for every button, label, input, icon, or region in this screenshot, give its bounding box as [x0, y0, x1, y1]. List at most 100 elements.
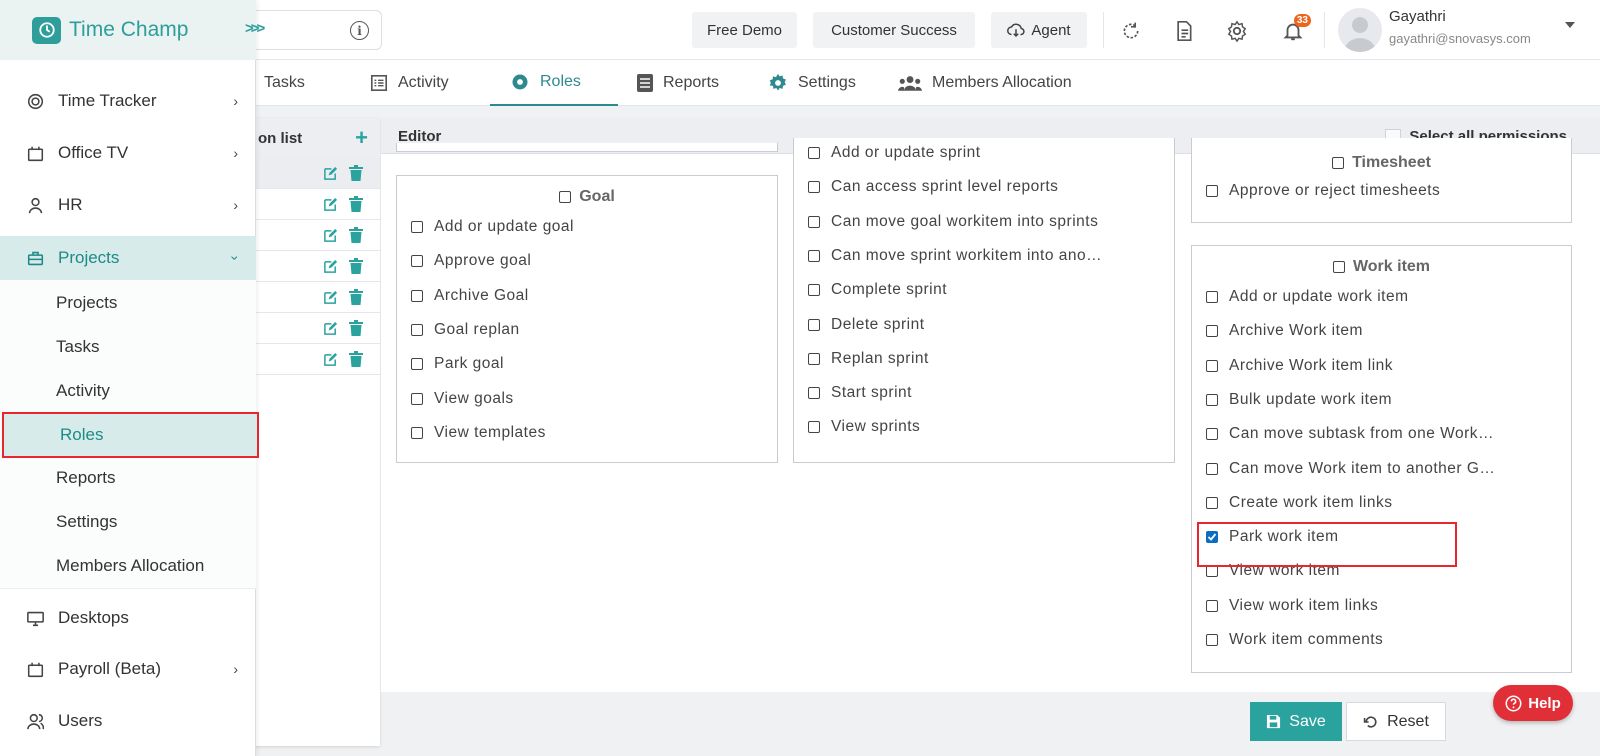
checkbox[interactable]	[411, 426, 423, 439]
permission-add-or-update-work-item[interactable]: Add or update work item	[1206, 288, 1409, 306]
sidebar-item-users[interactable]: Users	[0, 699, 256, 743]
edit-icon[interactable]	[322, 351, 338, 367]
permission-view-goals[interactable]: View goals	[411, 390, 514, 408]
help-button[interactable]: Help	[1493, 685, 1573, 721]
sidebar-item-office-tv[interactable]: Office TV ›	[0, 131, 256, 175]
refresh-icon[interactable]	[1116, 16, 1146, 46]
checkbox[interactable]	[808, 147, 820, 159]
work-item-group-title[interactable]: Work item	[1192, 258, 1571, 276]
trash-icon[interactable]	[348, 258, 364, 274]
permission-work-item-comments[interactable]: Work item comments	[1206, 631, 1383, 649]
permission-archive-work-item[interactable]: Archive Work item	[1206, 322, 1363, 340]
checkbox[interactable]	[808, 181, 820, 194]
tab-members-allocation[interactable]: Members Allocation	[898, 60, 1072, 106]
list-item[interactable]	[250, 189, 380, 220]
trash-icon[interactable]	[348, 289, 364, 305]
checkbox[interactable]	[1206, 599, 1218, 612]
checkbox[interactable]	[1206, 325, 1218, 338]
tab-roles[interactable]: Roles	[490, 60, 618, 106]
permission-park-goal[interactable]: Park goal	[411, 355, 504, 373]
checkbox[interactable]	[808, 352, 820, 365]
permission-archive-goal[interactable]: Archive Goal	[411, 287, 529, 305]
permission-add-or-update-sprint[interactable]: Add or update sprint	[808, 144, 981, 162]
chevron-down-icon[interactable]	[1565, 22, 1575, 28]
brand[interactable]: Time Champ	[0, 0, 256, 60]
checkbox[interactable]	[808, 387, 820, 400]
permission-can-move-subtask-from-one-work[interactable]: Can move subtask from one Work…	[1206, 425, 1494, 443]
save-button[interactable]: Save	[1250, 702, 1342, 741]
list-item[interactable]	[250, 282, 380, 313]
checkbox[interactable]	[808, 421, 820, 434]
edit-icon[interactable]	[322, 289, 338, 305]
reset-button[interactable]: Reset	[1346, 702, 1446, 741]
sidebar-item-payroll[interactable]: Payroll (Beta) ›	[0, 647, 256, 691]
permission-can-move-sprint-workitem-into-ano[interactable]: Can move sprint workitem into ano…	[808, 247, 1102, 265]
info-icon[interactable]: i	[350, 21, 369, 40]
edit-icon[interactable]	[322, 258, 338, 274]
sidebar-item-projects[interactable]: Projects ›	[0, 236, 256, 280]
checkbox[interactable]	[411, 289, 423, 302]
sidebar-subitem-projects[interactable]: Projects	[0, 283, 256, 323]
checkbox[interactable]	[1206, 462, 1218, 475]
agent-button[interactable]: Agent	[991, 12, 1087, 48]
permission-archive-work-item-link[interactable]: Archive Work item link	[1206, 357, 1393, 375]
collapse-sidebar-icon[interactable]: >>>	[245, 20, 265, 37]
checkbox[interactable]	[1206, 291, 1218, 303]
permission-view-work-item-links[interactable]: View work item links	[1206, 597, 1378, 615]
checkbox[interactable]	[808, 284, 820, 297]
permission-complete-sprint[interactable]: Complete sprint	[808, 281, 947, 299]
trash-icon[interactable]	[348, 165, 364, 181]
list-item[interactable]	[250, 251, 380, 282]
checkbox[interactable]	[411, 323, 423, 336]
timesheet-group-title[interactable]: Timesheet	[1192, 154, 1571, 172]
sidebar-subitem-roles[interactable]: Roles	[2, 412, 259, 458]
permission-view-templates[interactable]: View templates	[411, 424, 546, 442]
work-item-group-checkbox[interactable]	[1332, 261, 1345, 273]
trash-icon[interactable]	[348, 351, 364, 367]
trash-icon[interactable]	[348, 320, 364, 336]
checkbox[interactable]	[1206, 428, 1218, 441]
sidebar-subitem-settings[interactable]: Settings	[0, 502, 256, 542]
free-demo-button[interactable]: Free Demo	[692, 12, 797, 48]
goal-group-title[interactable]: Goal	[397, 188, 777, 206]
permission-approve-or-reject-timesheets[interactable]: Approve or reject timesheets	[1206, 182, 1440, 200]
sidebar-item-desktops[interactable]: Desktops	[0, 596, 256, 640]
timesheet-group-checkbox[interactable]	[1332, 157, 1345, 169]
bell-icon[interactable]: 33	[1278, 14, 1311, 46]
search-box[interactable]: i	[250, 10, 382, 50]
permission-view-sprints[interactable]: View sprints	[808, 418, 920, 436]
trash-icon[interactable]	[348, 227, 364, 243]
list-item[interactable]	[250, 344, 380, 375]
checkbox[interactable]	[1206, 634, 1218, 646]
tab-tasks[interactable]: Tasks	[250, 60, 305, 106]
sidebar-subitem-activity[interactable]: Activity	[0, 371, 256, 411]
permission-can-access-sprint-level-reports[interactable]: Can access sprint level reports	[808, 178, 1058, 196]
checkbox[interactable]	[808, 215, 820, 228]
checkbox[interactable]	[411, 221, 423, 233]
checkbox[interactable]	[808, 249, 820, 262]
tab-activity[interactable]: Activity	[370, 60, 449, 106]
list-item[interactable]	[250, 158, 380, 189]
gear-icon[interactable]	[1222, 16, 1252, 46]
permission-goal-replan[interactable]: Goal replan	[411, 321, 520, 339]
list-item[interactable]	[250, 313, 380, 344]
checkbox[interactable]	[808, 318, 820, 331]
checkbox[interactable]	[411, 255, 423, 268]
checkbox[interactable]	[411, 358, 423, 371]
checkbox[interactable]	[1206, 185, 1218, 197]
checkbox[interactable]	[1206, 496, 1218, 509]
checkbox[interactable]	[1206, 359, 1218, 372]
goal-group-checkbox[interactable]	[559, 191, 572, 203]
checkbox[interactable]	[1206, 393, 1218, 406]
sidebar-item-hr[interactable]: HR ›	[0, 183, 256, 227]
permission-approve-goal[interactable]: Approve goal	[411, 252, 531, 270]
avatar[interactable]	[1338, 8, 1382, 52]
permission-can-move-work-item-to-another-g[interactable]: Can move Work item to another G…	[1206, 460, 1495, 478]
permission-can-move-goal-workitem-into-sprints[interactable]: Can move goal workitem into sprints	[808, 213, 1098, 231]
add-permission-button[interactable]: +	[355, 127, 368, 149]
permission-bulk-update-work-item[interactable]: Bulk update work item	[1206, 391, 1392, 409]
edit-icon[interactable]	[322, 165, 338, 181]
list-item[interactable]	[250, 220, 380, 251]
permission-create-work-item-links[interactable]: Create work item links	[1206, 494, 1392, 512]
tab-reports[interactable]: Reports	[637, 60, 719, 106]
